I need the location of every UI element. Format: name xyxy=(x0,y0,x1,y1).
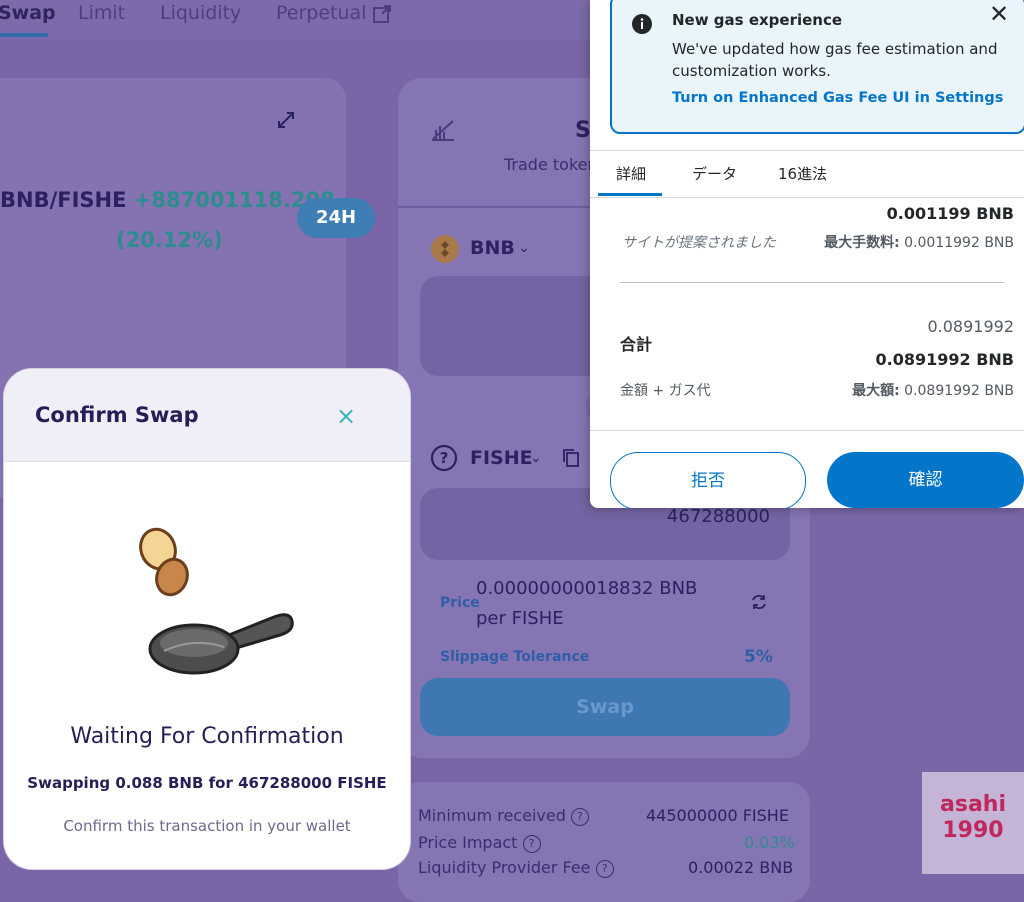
pair-name: BNB/FISHE xyxy=(0,188,127,212)
max-amount-row: 最大額: 0.0891992 BNB xyxy=(852,380,1014,400)
max-fee-value: 0.0011992 BNB xyxy=(904,235,1014,251)
info-icon xyxy=(632,14,652,38)
confirm-button[interactable]: 確認 xyxy=(827,452,1024,508)
svg-text:?: ? xyxy=(440,449,449,467)
pair-info: BNB/FISHE +887001118.208 xyxy=(0,188,335,212)
copy-icon[interactable] xyxy=(562,448,580,472)
close-icon[interactable]: ✕ xyxy=(989,0,1009,28)
watermark-line1: asahi xyxy=(940,792,1006,817)
price-value-line1: 0.00000000018832 BNB xyxy=(476,578,698,599)
watermark-line2: 1990 xyxy=(942,818,1004,843)
max-amount-label: 最大額: xyxy=(852,383,900,399)
chevron-down-icon: ⌄ xyxy=(530,450,542,466)
lp-fee-row: Liquidity Provider Fee ? xyxy=(418,858,614,878)
slippage-label: Slippage Tolerance xyxy=(440,649,590,665)
refresh-icon[interactable] xyxy=(750,593,768,615)
help-icon[interactable]: ? xyxy=(522,834,541,853)
slippage-value[interactable]: 5% xyxy=(744,647,773,667)
wallet-hint: Confirm this transaction in your wallet xyxy=(63,817,351,835)
gas-notice-banner: New gas experience We've updated how gas… xyxy=(610,0,1024,134)
expand-icon[interactable] xyxy=(276,110,296,134)
waiting-title: Waiting For Confirmation xyxy=(70,724,344,749)
price-impact-label: Price Impact xyxy=(418,833,518,852)
tab-liquidity[interactable]: Liquidity xyxy=(160,2,241,24)
price-change-percent: (20.12%) xyxy=(116,228,223,252)
to-token-selector[interactable]: ? FISHE ⌄ xyxy=(430,444,579,476)
watermark: asahi 1990 xyxy=(922,772,1024,874)
max-amount-value: 0.0891992 BNB xyxy=(904,383,1014,399)
confirm-swap-modal: Confirm Swap × Waiting For Confirmation … xyxy=(4,369,410,869)
modal-title: Confirm Swap xyxy=(35,403,199,427)
price-impact-row: Price Impact ? xyxy=(418,833,541,853)
external-link-icon[interactable] xyxy=(372,4,392,28)
gas-fee-source: サイトが提案されました xyxy=(622,235,776,251)
to-amount-value: 467288000 xyxy=(666,506,770,527)
active-tab-indicator xyxy=(598,193,662,196)
min-received-value: 445000000 FISHE xyxy=(646,806,789,825)
lp-fee-label: Liquidity Provider Fee xyxy=(418,858,591,877)
total-subtitle: 金額 + ガス代 xyxy=(620,383,711,399)
total-label: 合計 xyxy=(620,335,653,354)
modal-header: Confirm Swap × xyxy=(4,369,410,462)
enhanced-gas-link[interactable]: Turn on Enhanced Gas Fee UI in Settings xyxy=(672,90,1003,106)
max-fee-label: 最大手数料: xyxy=(824,235,900,251)
from-token-symbol: BNB xyxy=(470,237,515,259)
pancake-pan-illustration xyxy=(139,527,294,675)
swapping-summary: Swapping 0.088 BNB for 467288000 FISHE xyxy=(27,774,387,792)
banner-title: New gas experience xyxy=(672,11,843,29)
range-24h-button[interactable]: 24H xyxy=(297,198,375,238)
chevron-down-icon: ⌄ xyxy=(518,240,530,256)
tab-details[interactable]: 詳細 xyxy=(616,163,646,184)
tab-perpetual[interactable]: Perpetual xyxy=(276,2,366,24)
tab-swap[interactable]: Swap xyxy=(0,2,56,24)
help-icon[interactable]: ? xyxy=(595,859,614,878)
wallet-confirmation-popup: New gas experience We've updated how gas… xyxy=(590,0,1024,508)
reject-button[interactable]: 拒否 xyxy=(610,452,806,508)
to-token-symbol: FISHE xyxy=(470,447,533,469)
tx-tabs: 詳細 データ 16進法 xyxy=(590,150,1024,198)
active-tab-indicator xyxy=(0,33,48,37)
tab-limit[interactable]: Limit xyxy=(78,2,125,24)
divider xyxy=(620,282,1004,283)
close-icon[interactable]: × xyxy=(336,402,356,430)
chart-toggle-icon[interactable] xyxy=(430,118,456,146)
tab-data[interactable]: データ xyxy=(692,163,737,184)
min-received-label: Minimum received xyxy=(418,806,566,825)
help-icon[interactable]: ? xyxy=(570,807,589,826)
swap-card-subtitle: Trade token xyxy=(504,155,598,174)
max-fee-row: 最大手数料: 0.0011992 BNB xyxy=(824,232,1014,252)
tab-hex[interactable]: 16進法 xyxy=(778,163,827,184)
from-token-selector[interactable]: BNB ⌄ xyxy=(430,234,530,268)
banner-body: We've updated how gas fee estimation and… xyxy=(672,40,998,80)
swap-button[interactable]: Swap xyxy=(420,678,790,736)
unknown-token-icon: ? xyxy=(430,444,458,472)
gas-fee-value: 0.001199 BNB xyxy=(886,204,1014,223)
bnb-token-icon xyxy=(431,235,459,263)
price-impact-value: 0.03% xyxy=(744,833,795,852)
total-amount-small: 0.0891992 xyxy=(927,317,1014,336)
top-nav: Swap Limit Liquidity Perpetual xyxy=(0,0,600,40)
price-value-line2: per FISHE xyxy=(476,608,564,629)
divider xyxy=(590,430,1024,431)
swap-card-title: S xyxy=(575,118,591,143)
price-label: Price xyxy=(440,595,480,611)
total-amount-bold: 0.0891992 BNB xyxy=(875,350,1015,369)
min-received-row: Minimum received ? xyxy=(418,806,589,826)
lp-fee-value: 0.00022 BNB xyxy=(688,858,794,877)
